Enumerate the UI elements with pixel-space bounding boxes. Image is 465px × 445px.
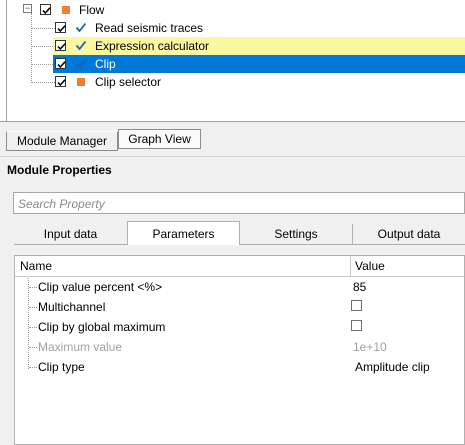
panel-title: Module Properties xyxy=(7,163,112,177)
orange-square-icon xyxy=(77,78,85,86)
row-guide xyxy=(29,347,37,348)
property-row-clip-type[interactable]: Clip type Amplitude clip xyxy=(15,357,464,377)
property-row-clip-by-global-maximum[interactable]: Clip by global maximum xyxy=(15,317,464,337)
item-checkbox[interactable] xyxy=(55,58,66,69)
tree-item-label: Read seismic traces xyxy=(95,21,204,35)
tree-item-label: Expression calculator xyxy=(95,39,210,53)
tree-bottom-border xyxy=(0,121,465,122)
checkmark-icon xyxy=(42,7,51,15)
collapse-toggle-icon[interactable]: − xyxy=(23,4,32,13)
column-separator xyxy=(350,256,351,276)
property-value: 1e+10 xyxy=(353,340,387,354)
tree-item-label: Clip selector xyxy=(95,75,162,89)
item-checkbox[interactable] xyxy=(55,22,66,33)
row-guide xyxy=(29,367,37,368)
tree-item-label: Clip xyxy=(95,57,116,71)
blue-check-icon xyxy=(75,58,87,69)
tree-item-label: Flow xyxy=(79,3,105,17)
property-name: Multichannel xyxy=(38,300,106,314)
tree-item-clip-selector[interactable]: Clip selector xyxy=(0,73,465,91)
property-name: Clip value percent <%> xyxy=(38,280,163,294)
tab-parameters[interactable]: Parameters xyxy=(127,221,240,245)
checkmark-icon xyxy=(57,61,66,69)
blue-check-icon xyxy=(75,22,87,33)
property-name: Maximum value xyxy=(38,340,123,354)
flow-tree: − Flow Read seismic traces Expression ca… xyxy=(0,0,465,121)
grid-header: Name Value xyxy=(15,256,464,277)
tab-graph-view[interactable]: Graph View xyxy=(118,129,201,149)
search-input[interactable]: Search Property xyxy=(13,192,465,214)
row-guide xyxy=(29,307,37,308)
row-guide xyxy=(29,287,37,288)
tree-item-flow[interactable]: − Flow xyxy=(0,1,465,19)
tree-item-expression-calculator[interactable]: Expression calculator xyxy=(0,37,465,55)
search-placeholder: Search Property xyxy=(18,197,105,211)
tab-output-data[interactable]: Output data xyxy=(353,224,465,244)
property-row-maximum-value: Maximum value 1e+10 xyxy=(15,337,464,357)
checkmark-icon xyxy=(57,43,66,51)
multichannel-checkbox[interactable] xyxy=(351,300,362,311)
property-row-clip-value-percent[interactable]: Clip value percent <%> 85 xyxy=(15,277,464,297)
checkmark-icon xyxy=(57,25,66,33)
column-header-value[interactable]: Value xyxy=(355,259,385,273)
tab-input-data[interactable]: Input data xyxy=(14,224,127,244)
global-maximum-checkbox[interactable] xyxy=(351,320,362,331)
item-checkbox[interactable] xyxy=(55,40,66,51)
row-guide xyxy=(29,327,37,328)
property-grid: Name Value Clip value percent <%> 85 Mul… xyxy=(14,255,465,445)
property-row-multichannel[interactable]: Multichannel xyxy=(15,297,464,317)
property-value-dropdown[interactable]: Amplitude clip xyxy=(355,360,430,374)
item-checkbox[interactable] xyxy=(55,76,66,87)
orange-square-icon xyxy=(62,6,70,14)
tab-module-manager[interactable]: Module Manager xyxy=(6,131,118,151)
flow-checkbox[interactable] xyxy=(40,4,51,15)
tree-item-read-seismic-traces[interactable]: Read seismic traces xyxy=(0,19,465,37)
tab-settings[interactable]: Settings xyxy=(240,224,353,244)
checkmark-icon xyxy=(57,79,66,87)
property-name: Clip by global maximum xyxy=(38,320,166,334)
property-value[interactable]: 85 xyxy=(353,280,366,294)
column-header-name[interactable]: Name xyxy=(20,259,52,273)
tree-item-clip[interactable]: Clip xyxy=(0,55,465,73)
blue-check-icon xyxy=(75,40,87,51)
section-divider xyxy=(0,156,465,157)
property-name: Clip type xyxy=(38,360,85,374)
